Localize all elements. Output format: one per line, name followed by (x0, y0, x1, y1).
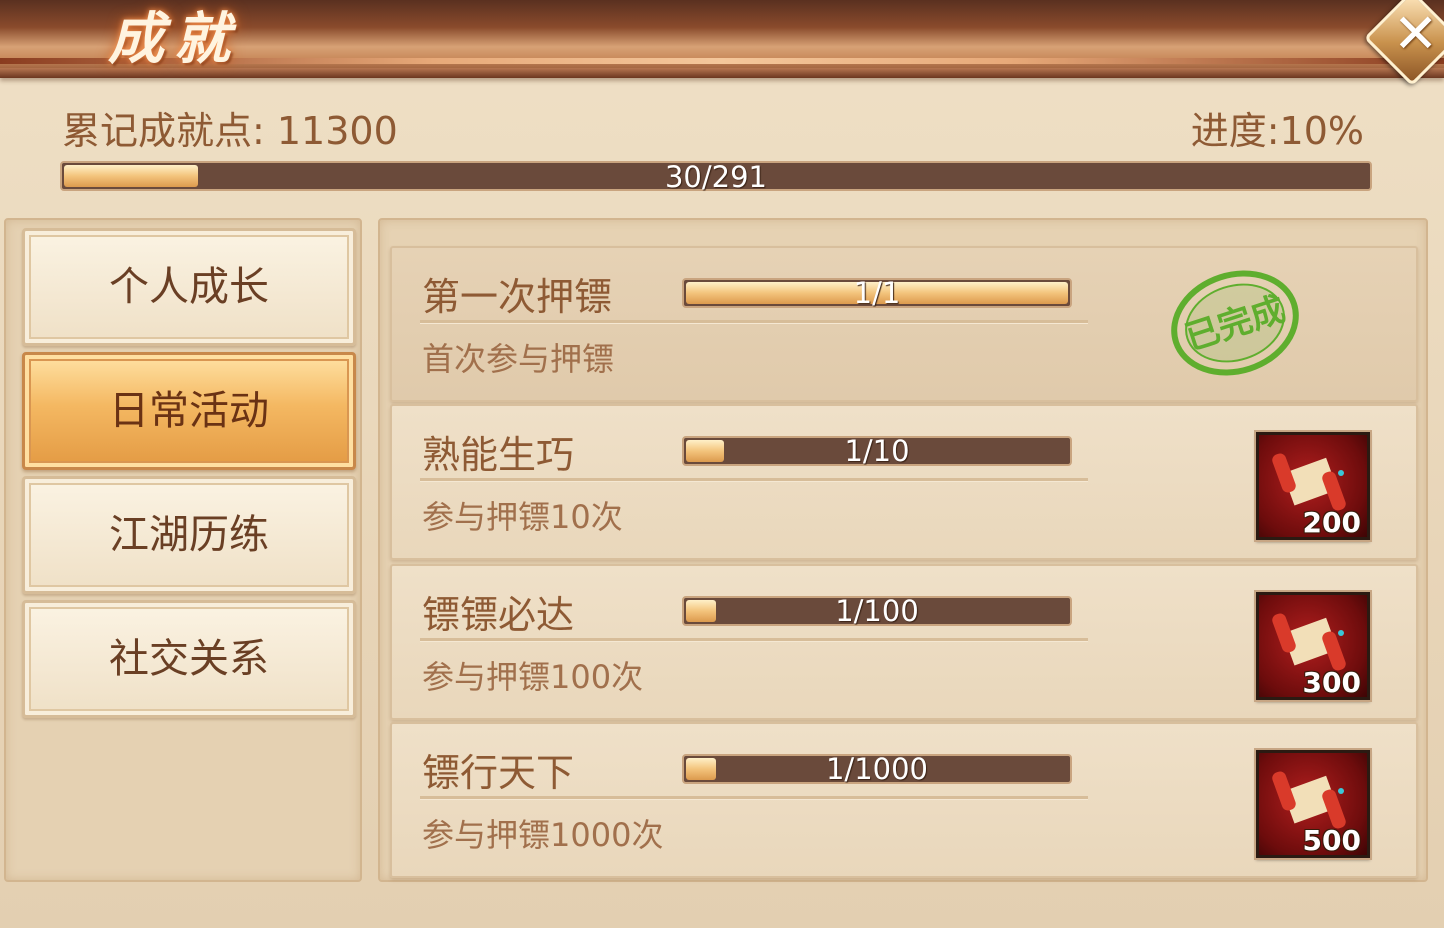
achievement-progress-bar: 1/1000 (682, 752, 1072, 786)
tab-social-relations[interactable]: 社交关系 (22, 600, 356, 718)
overall-progress-bar: 30/291 (60, 160, 1372, 194)
achievement-item: 熟能生巧 1/10 参与押镖10次 200 (390, 404, 1418, 560)
category-sidebar: 个人成长 日常活动 江湖历练 社交关系 (4, 218, 362, 882)
achievement-item: 第一次押镖 1/1 首次参与押镖 已完成 (390, 246, 1418, 402)
divider (420, 796, 1088, 800)
reward-slot[interactable]: 300 (1256, 592, 1370, 700)
window-title: 成就 (108, 6, 240, 72)
achievement-item: 镖行天下 1/1000 参与押镖1000次 500 (390, 722, 1418, 878)
divider (420, 320, 1088, 324)
achievement-progress-text: 1/10 (844, 434, 910, 468)
achievement-panel: 成就 ✕ 累记成就点: 11300 进度:10% 30/291 个人成长 日常活… (0, 0, 1444, 928)
achievement-progress-text: 1/1000 (825, 752, 929, 786)
reward-count: 500 (1302, 824, 1361, 857)
reward-slot[interactable]: 500 (1256, 750, 1370, 858)
achievement-progress-text: 1/1 (853, 276, 901, 310)
close-x-icon[interactable]: ✕ (1393, 7, 1438, 61)
achievement-name: 第一次押镖 (422, 275, 613, 319)
achievement-progress-text: 1/100 (835, 594, 919, 628)
reward-count: 200 (1302, 506, 1361, 539)
achievement-item: 镖镖必达 1/100 参与押镖100次 300 (390, 564, 1418, 720)
achievement-name: 熟能生巧 (422, 433, 575, 477)
achievement-name: 镖行天下 (422, 751, 575, 795)
divider (420, 478, 1088, 482)
tab-jianghu-experience[interactable]: 江湖历练 (22, 476, 356, 594)
overall-progress-label: 进度:10% (1190, 109, 1364, 153)
achievement-name: 镖镖必达 (422, 593, 575, 637)
tab-personal-growth[interactable]: 个人成长 (22, 228, 356, 346)
achievement-description: 首次参与押镖 (422, 340, 615, 378)
achievement-progress-bar: 1/100 (682, 594, 1072, 628)
divider (420, 638, 1088, 642)
achievement-progress-bar: 1/1 (682, 276, 1072, 310)
reward-slot[interactable]: 200 (1256, 432, 1370, 540)
achievement-list: 第一次押镖 1/1 首次参与押镖 已完成 熟能生巧 1/10 参与押镖10次 2… (378, 218, 1428, 882)
achievement-description: 参与押镖100次 (422, 658, 644, 696)
achievement-progress-bar: 1/10 (682, 434, 1072, 468)
achievement-description: 参与押镖10次 (422, 498, 623, 536)
achievement-description: 参与押镖1000次 (422, 816, 664, 854)
overall-progress-text: 30/291 (664, 160, 768, 194)
tab-daily-activities[interactable]: 日常活动 (22, 352, 356, 470)
achievement-points-label: 累记成就点: 11300 (62, 109, 398, 153)
reward-count: 300 (1302, 666, 1361, 699)
completed-stamp-icon: 已完成 (1171, 270, 1299, 376)
